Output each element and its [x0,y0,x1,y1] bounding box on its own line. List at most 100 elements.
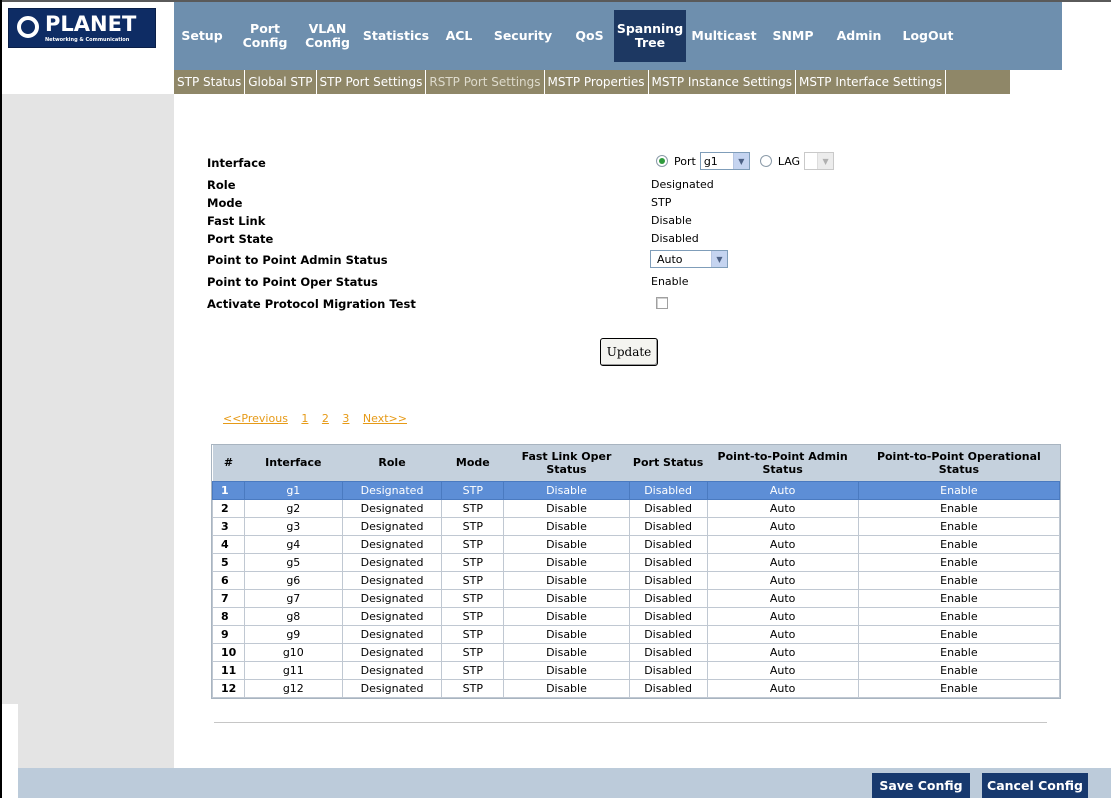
pager-previous[interactable]: <<Previous [223,412,288,425]
table-cell: g5 [243,552,343,572]
nav-security[interactable]: Security [481,2,565,70]
table-cell: Designated [341,606,443,626]
table-cell: 5 [212,552,245,572]
nav-port-config[interactable]: Port Config [230,2,300,70]
table-row[interactable]: 3 g3 Designated STP Disable Disabled Auto Enabl… [212,516,1061,536]
column-header: Role [342,445,442,481]
table-cell: 12 [212,678,245,698]
table-cell: Disabled [628,480,708,500]
table-cell: Enable [857,516,1061,536]
table-cell: Disabled [628,642,708,662]
table-cell: Designated [341,660,443,680]
table-cell: Disabled [628,606,708,626]
interface-label: Interface [207,156,266,170]
p2p-admin-status-select[interactable]: Auto ▼ [650,250,728,268]
table-cell: Disabled [628,588,708,608]
table-row[interactable]: 8 g8 Designated STP Disable Disabled Auto Enabl… [212,606,1061,626]
nav-setup[interactable]: Setup [174,2,230,70]
mode-label: Mode [207,196,243,210]
pagination: <<Previous 1 2 3 Next>> [223,412,417,425]
tab-mstp-interface-settings[interactable]: MSTP Interface Settings [796,70,947,94]
pager-page-3[interactable]: 3 [342,412,349,425]
cancel-config-button[interactable]: Cancel Config [982,773,1088,798]
role-label: Role [207,178,236,192]
table-cell: Disabled [628,498,708,518]
table-cell: Auto [706,480,859,500]
update-button[interactable]: Update [600,338,658,366]
table-cell: STP [441,660,505,680]
interface-selector: Port g1 ▼ LAG ▼ [656,152,835,170]
table-cell: Enable [857,498,1061,518]
tab-stp-port-settings[interactable]: STP Port Settings [317,70,427,94]
tab-stp-status[interactable]: STP Status [174,70,246,94]
column-header: Mode [441,445,504,481]
table-cell: Designated [341,570,443,590]
nav-qos[interactable]: QoS [565,2,614,70]
table-cell: STP [441,588,505,608]
table-row[interactable]: 12 g12 Designated STP Disable Disabled Auto Ena… [212,678,1061,698]
nav-multicast[interactable]: Multicast [686,2,762,70]
nav-statistics[interactable]: Statistics [355,2,437,70]
table-cell: Auto [706,624,859,644]
table-cell: g1 [243,480,343,500]
save-config-button[interactable]: Save Config [872,773,970,798]
table-cell: Enable [857,606,1061,626]
tab-rstp-port-settings[interactable]: RSTP Port Settings [426,70,545,94]
table-row[interactable]: 1 g1 Designated STP Disable Disabled Auto Enabl… [212,480,1061,500]
pager-next[interactable]: Next>> [363,412,407,425]
table-cell: Designated [341,534,443,554]
table-row[interactable]: 4 g4 Designated STP Disable Disabled Auto Enabl… [212,534,1061,554]
role-value: Designated [651,178,714,191]
tab-global-stp[interactable]: Global STP [245,70,317,94]
table-row[interactable]: 2 g2 Designated STP Disable Disabled Auto Enabl… [212,498,1061,518]
planet-logo: PLANET Networking & Communication [8,8,156,48]
table-cell: Disabled [628,534,708,554]
table-row[interactable]: 9 g9 Designated STP Disable Disabled Auto Enabl… [212,624,1061,644]
logo-area: PLANET Networking & Communication [2,2,174,94]
port-radio[interactable] [656,155,668,167]
table-cell: 2 [212,498,245,518]
table-row[interactable]: 6 g6 Designated STP Disable Disabled Auto Enabl… [212,570,1061,590]
table-row[interactable]: 10 g10 Designated STP Disable Disabled Auto Ena… [212,642,1061,662]
table-cell: Designated [341,552,443,572]
tab-mstp-instance-settings[interactable]: MSTP Instance Settings [649,70,796,94]
brand-name: PLANET [45,12,137,36]
table-row[interactable]: 5 g5 Designated STP Disable Disabled Auto Enabl… [212,552,1061,572]
mode-value: STP [651,196,672,209]
table-cell: Enable [857,570,1061,590]
nav-spanning-tree[interactable]: Spanning Tree [614,10,686,62]
table-row[interactable]: 11 g11 Designated STP Disable Disabled Auto Ena… [212,660,1061,680]
table-cell: Auto [706,642,859,662]
main-nav: Setup Port Config VLAN Config Statistics… [174,2,1062,70]
nav-vlan-config[interactable]: VLAN Config [300,2,355,70]
table-cell: g8 [243,606,343,626]
table-cell: Auto [706,552,859,572]
table-cell: Auto [706,534,859,554]
tab-mstp-properties[interactable]: MSTP Properties [545,70,649,94]
table-cell: 7 [212,588,245,608]
nav-acl[interactable]: ACL [437,2,481,70]
lag-radio[interactable] [759,155,772,167]
table-cell: Disable [503,588,630,608]
migration-test-checkbox[interactable] [656,297,668,309]
nav-logout[interactable]: LogOut [894,2,962,70]
p2p-admin-status-label: Point to Point Admin Status [207,253,388,267]
table-cell: STP [441,570,505,590]
nav-admin[interactable]: Admin [824,2,894,70]
table-cell: Disabled [628,678,708,698]
lag-select[interactable]: ▼ [804,152,835,170]
table-cell: Disable [503,534,630,554]
table-cell: Designated [341,588,443,608]
table-cell: STP [441,498,505,518]
port-select[interactable]: g1 ▼ [699,152,750,170]
table-cell: 6 [212,570,245,590]
column-header: Interface [244,445,343,481]
table-cell: Designated [341,498,443,518]
table-row[interactable]: 7 g7 Designated STP Disable Disabled Auto Enabl… [212,588,1061,608]
nav-snmp[interactable]: SNMP [762,2,824,70]
left-panel-bottom [18,704,174,768]
table-cell: Auto [706,498,859,518]
pager-page-2[interactable]: 2 [322,412,329,425]
pager-page-1[interactable]: 1 [301,412,308,425]
table-cell: g6 [243,570,343,590]
